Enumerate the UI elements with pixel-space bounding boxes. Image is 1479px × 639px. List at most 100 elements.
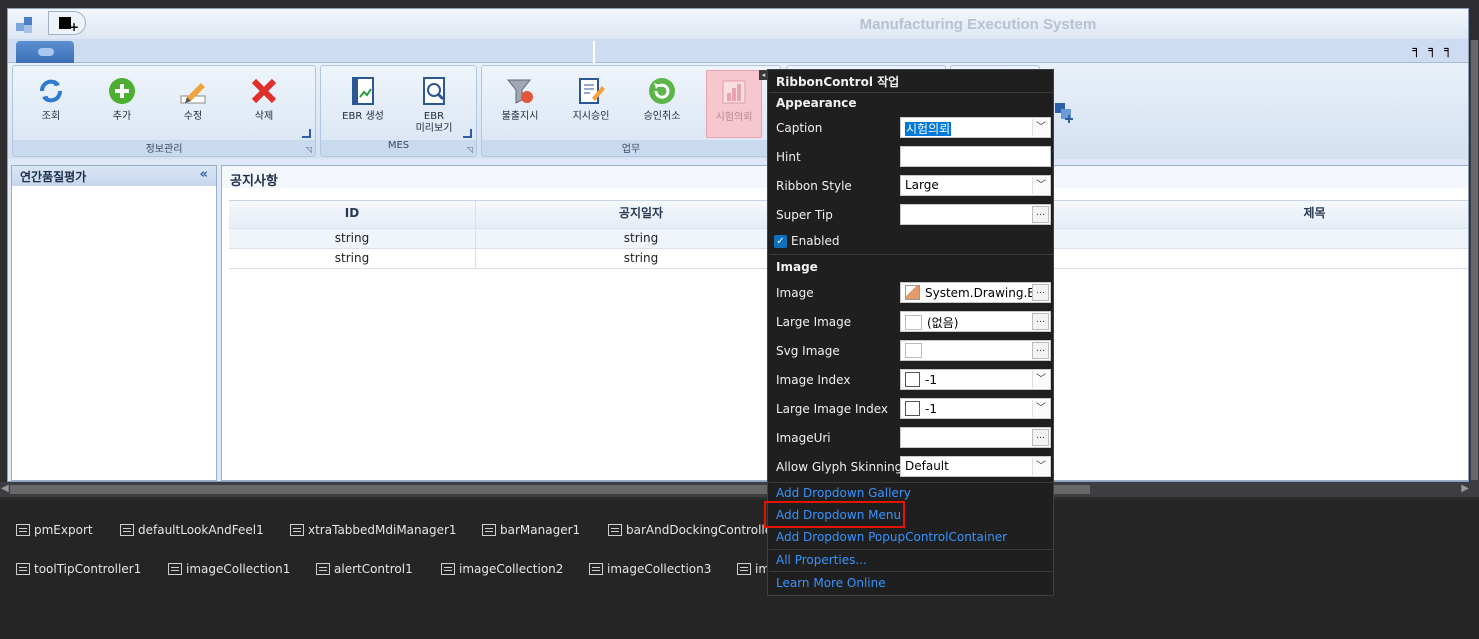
release-order-button[interactable]: 불출지시 (492, 70, 548, 138)
image-uri-label: ImageUri (776, 431, 831, 445)
image-index-select[interactable]: -1 ﹀ (900, 369, 1051, 390)
tray-item-imagecollection2[interactable]: imageCollection2 (441, 562, 563, 576)
ribbon-style-select[interactable]: Large ﹀ (900, 175, 1051, 196)
tray-item-dockingcontroller[interactable]: barAndDockingController1 (608, 523, 785, 537)
add-group-icon[interactable] (1053, 101, 1075, 123)
mes-form[interactable]: + Manufacturing Execution System ╕╕╕ 조회 … (7, 8, 1469, 482)
image-thumbnail-icon (905, 285, 920, 300)
refresh-icon (40, 79, 62, 103)
tray-item-imagecollection1[interactable]: imageCollection1 (168, 562, 290, 576)
add-dropdown-gallery-link[interactable]: Add Dropdown Gallery (776, 486, 911, 500)
chevron-down-icon[interactable]: ﹀ (1032, 458, 1049, 475)
approve-document-icon (579, 78, 605, 104)
plus-circle-icon (109, 78, 135, 104)
scroll-right-icon[interactable]: ▶ (1461, 483, 1469, 494)
left-nav-panel: 연간품질평가 « (11, 165, 217, 481)
dialog-launcher-icon[interactable]: ◹ (467, 145, 473, 154)
group-caption-mes: MES (321, 140, 476, 156)
column-header-id[interactable]: ID (229, 201, 476, 228)
collapse-chevron-icon[interactable]: « (200, 167, 208, 182)
funnel-icon (506, 79, 533, 104)
divider (769, 92, 1053, 93)
group-options-icon[interactable] (302, 129, 311, 138)
chevron-down-icon[interactable]: ﹀ (1032, 119, 1049, 136)
designer-horizontal-scrollbar[interactable]: ◀ ▶ (0, 482, 1479, 497)
divider (769, 482, 1053, 483)
ribbon-group-mes: EBR 생성 EBR 미리보기 MES ◹ (320, 65, 477, 157)
image-field[interactable]: System.Drawing.Bi… (900, 282, 1051, 303)
allow-glyph-skinning-value: Default (905, 459, 949, 473)
svg-image-field[interactable]: … (900, 340, 1051, 361)
edit-button[interactable]: 수정 (165, 70, 221, 138)
tray-item-mdimanager[interactable]: xtraTabbedMdiManager1 (290, 523, 457, 537)
group-options-icon[interactable] (463, 129, 472, 138)
left-panel-header: 연간품질평가 « (12, 166, 216, 186)
form-title-bar: + Manufacturing Execution System (8, 9, 1468, 39)
tray-item-label: imageCollection1 (186, 562, 291, 576)
tray-item-tooltipcontroller[interactable]: toolTipController1 (16, 562, 141, 576)
ribbon-tab-row: ╕╕╕ (8, 39, 1468, 63)
delete-button[interactable]: 삭제 (236, 70, 292, 138)
caption-field[interactable]: 시험의뢰 ﹀ (900, 117, 1051, 138)
add-button[interactable]: 추가 (94, 70, 150, 138)
ebr-preview-icon (423, 77, 445, 105)
designer-vertical-scrollbar[interactable] (1470, 40, 1479, 482)
image-uri-field[interactable]: … (900, 427, 1051, 448)
application-menu-button[interactable] (16, 41, 74, 63)
ebr-create-button[interactable]: EBR 생성 (335, 70, 391, 138)
ebr-preview-button[interactable]: EBR 미리보기 (406, 70, 462, 138)
learn-more-link[interactable]: Learn More Online (776, 576, 886, 590)
test-request-button[interactable]: 시험의뢰 (706, 70, 762, 138)
group-caption-work: 업무 (482, 140, 780, 156)
highlight-annotation-box (764, 501, 905, 528)
all-properties-link[interactable]: All Properties... (776, 553, 867, 567)
ellipsis-button[interactable]: … (1032, 342, 1049, 359)
column-header-date[interactable]: 공지일자 (476, 201, 807, 228)
ellipsis-button[interactable]: … (1032, 284, 1049, 301)
cell-date: string (476, 249, 807, 268)
tray-item-label: pmExport (34, 523, 93, 537)
component-icon (737, 563, 751, 575)
large-image-index-value: -1 (925, 402, 937, 416)
tray-item-alertcontrol[interactable]: alertControl1 (316, 562, 413, 576)
hint-field[interactable] (900, 146, 1051, 167)
ellipsis-button[interactable]: … (1032, 206, 1049, 223)
enabled-checkbox[interactable]: ✓ (774, 235, 787, 248)
chevron-down-icon[interactable]: ﹀ (1032, 371, 1049, 388)
approve-cancel-button[interactable]: 승인취소 (634, 70, 690, 138)
query-button[interactable]: 조회 (23, 70, 79, 138)
tray-item-truncated[interactable]: im (737, 562, 770, 576)
ellipsis-button[interactable]: … (1032, 429, 1049, 446)
tray-item-pmexport[interactable]: pmExport (16, 523, 93, 537)
tray-item-barmanager[interactable]: barManager1 (482, 523, 580, 537)
add-dropdown-popup-link[interactable]: Add Dropdown PopupControlContainer (776, 530, 1007, 544)
component-tray: pmExport defaultLookAndFeel1 xtraTabbedM… (0, 500, 1479, 639)
smart-tag-glyph-icon[interactable]: ◂ (759, 70, 768, 80)
order-approve-button[interactable]: 지시승인 (563, 70, 619, 138)
large-image-field[interactable]: (없음) … (900, 311, 1051, 332)
allow-glyph-skinning-select[interactable]: Default ﹀ (900, 456, 1051, 477)
tray-item-lookandfeel[interactable]: defaultLookAndFeel1 (120, 523, 264, 537)
scroll-thumb[interactable] (1471, 40, 1478, 480)
component-icon (482, 524, 496, 536)
tray-item-imagecollection3[interactable]: imageCollection3 (589, 562, 711, 576)
window-control-icons[interactable]: ╕╕╕ (1413, 43, 1460, 58)
chevron-down-icon[interactable]: ﹀ (1032, 177, 1049, 194)
cell-date: string (476, 229, 807, 248)
test-request-label: 시험의뢰 (715, 112, 753, 123)
app-menu-icon (38, 48, 54, 56)
super-tip-field[interactable]: … (900, 204, 1051, 225)
tab-divider (593, 41, 595, 63)
chevron-down-icon[interactable]: ﹀ (1032, 400, 1049, 417)
appearance-header: Appearance (776, 96, 857, 110)
divider (769, 254, 1053, 255)
image-label: Image (776, 286, 814, 300)
large-image-index-select[interactable]: -1 ﹀ (900, 398, 1051, 419)
pencil-icon (180, 83, 206, 104)
dialog-launcher-icon[interactable]: ◹ (306, 145, 312, 154)
ellipsis-button[interactable]: … (1032, 313, 1049, 330)
large-image-value: (없음) (927, 316, 959, 330)
ribbon-style-label: Ribbon Style (776, 179, 852, 193)
index-swatch-icon (905, 401, 920, 416)
scroll-left-icon[interactable]: ◀ (1, 483, 9, 494)
